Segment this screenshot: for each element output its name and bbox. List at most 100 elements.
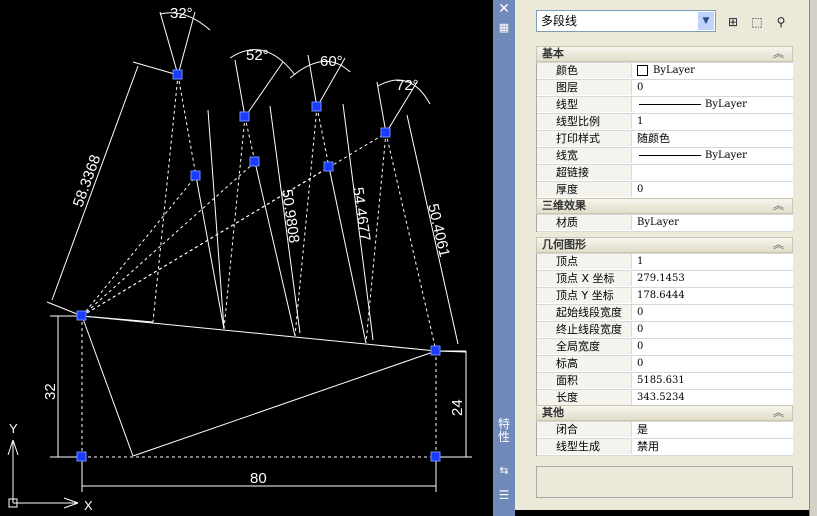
property-label: 终止线段宽度 xyxy=(537,322,632,337)
dim-length-2: 50.9808 xyxy=(278,188,302,244)
property-label: 线型 xyxy=(537,97,632,112)
section-title: 三维效果 xyxy=(542,199,586,212)
property-row[interactable]: 面积 5185.631 xyxy=(537,373,793,390)
property-row[interactable]: 材质 ByLayer xyxy=(537,215,793,232)
chevron-down-icon[interactable]: ▼ xyxy=(698,12,714,30)
dim-left: 32 xyxy=(42,383,59,400)
property-value[interactable]: 0 xyxy=(633,182,793,197)
property-value[interactable]: ByLayer xyxy=(633,63,793,78)
property-row[interactable]: 打印样式 随颜色 xyxy=(537,131,793,148)
ucs-y-label: Y xyxy=(9,421,18,436)
lineweight-sample-icon xyxy=(639,155,701,156)
property-row[interactable]: 超链接 xyxy=(537,165,793,182)
property-label: 超链接 xyxy=(537,165,632,180)
palette-title: 特性 xyxy=(497,417,510,444)
property-value[interactable]: 343.5234 xyxy=(633,390,793,405)
property-row[interactable]: 顶点 X 坐标 279.1453 xyxy=(537,271,793,288)
property-row[interactable]: 颜色 ByLayer xyxy=(537,63,793,80)
property-value[interactable]: 0 xyxy=(633,80,793,95)
property-label: 面积 xyxy=(537,373,632,388)
dim-length-3: 54.4677 xyxy=(349,186,373,242)
property-value[interactable]: 是 xyxy=(633,422,793,437)
property-row[interactable]: 线型 ByLayer xyxy=(537,97,793,114)
property-value[interactable]: 0 xyxy=(633,339,793,354)
property-row[interactable]: 顶点 Y 坐标 178.6444 xyxy=(537,288,793,305)
property-row[interactable]: 线型生成 禁用 xyxy=(537,439,793,456)
property-label: 厚度 xyxy=(537,182,632,197)
property-row[interactable]: 顶点 1 xyxy=(537,254,793,271)
section-title: 基本 xyxy=(542,47,564,60)
linetype-sample-icon xyxy=(639,104,701,105)
property-value[interactable]: ByLayer xyxy=(633,215,793,230)
property-value[interactable]: 0 xyxy=(633,356,793,371)
dim-length-4: 50.4061 xyxy=(424,202,453,259)
property-value[interactable]: 1 xyxy=(633,114,793,129)
property-row[interactable]: 全局宽度 0 xyxy=(537,339,793,356)
property-value[interactable]: 0 xyxy=(633,322,793,337)
close-icon[interactable]: ✕ xyxy=(496,1,512,17)
property-row[interactable]: 线型比例 1 xyxy=(537,114,793,131)
collapse-icon[interactable]: ︽ xyxy=(773,238,784,252)
property-value[interactable]: 279.1453 xyxy=(633,271,793,286)
angle-label-1: 32° xyxy=(170,5,193,22)
property-row[interactable]: 标高 0 xyxy=(537,356,793,373)
palette-menu-icon[interactable]: ☰ xyxy=(496,487,512,503)
property-value[interactable]: 1 xyxy=(633,254,793,269)
property-label: 顶点 xyxy=(537,254,632,269)
3d-properties-grid: 材质 ByLayer xyxy=(536,214,793,232)
object-type-select[interactable]: 多段线 ▼ xyxy=(536,10,716,32)
property-label: 线型生成 xyxy=(537,439,632,454)
auto-hide-icon[interactable]: ⇆ xyxy=(496,463,512,479)
properties-panel: 多段线 ▼ ⊞ ⬚ ⚲ 基本 ︽ 颜色 ByLayer 图层 0 线型 ByLayer… xyxy=(515,0,809,510)
property-label: 长度 xyxy=(537,390,632,405)
toggle-pickadd-icon[interactable]: ⊞ xyxy=(723,12,743,32)
properties-palette-icon[interactable]: ▦ xyxy=(496,20,512,36)
property-label: 闭合 xyxy=(537,422,632,437)
dim-length-1: 58.3368 xyxy=(70,153,105,210)
property-value[interactable]: 随颜色 xyxy=(633,131,793,146)
section-header-basic[interactable]: 基本 ︽ xyxy=(536,46,793,62)
property-value[interactable]: 禁用 xyxy=(633,439,793,454)
ucs-x-label: X xyxy=(84,498,93,513)
color-value: ByLayer xyxy=(653,65,695,76)
property-row[interactable]: 图层 0 xyxy=(537,80,793,97)
color-swatch-icon xyxy=(637,65,648,76)
property-value[interactable] xyxy=(633,165,793,180)
linetype-value: ByLayer xyxy=(705,99,747,110)
angle-label-4: 72° xyxy=(396,77,419,94)
property-value[interactable]: 178.6444 xyxy=(633,288,793,303)
dim-right: 24 xyxy=(449,399,466,416)
property-row[interactable]: 起始线段宽度 0 xyxy=(537,305,793,322)
collapse-icon[interactable]: ︽ xyxy=(773,47,784,61)
property-value[interactable]: ByLayer xyxy=(633,97,793,112)
basic-properties-grid: 颜色 ByLayer 图层 0 线型 ByLayer 线型比例 1 打印样式 随颜色 线宽… xyxy=(536,62,793,199)
property-row[interactable]: 闭合是 xyxy=(537,422,793,439)
property-row[interactable]: 终止线段宽度 0 xyxy=(537,322,793,339)
property-label: 线型比例 xyxy=(537,114,632,129)
property-label: 标高 xyxy=(537,356,632,371)
section-header-geometry[interactable]: 几何图形 ︽ xyxy=(536,237,793,253)
description-box xyxy=(536,466,793,498)
property-label: 起始线段宽度 xyxy=(537,305,632,320)
property-value[interactable]: ByLayer xyxy=(633,148,793,163)
section-header-3d[interactable]: 三维效果 ︽ xyxy=(536,198,793,214)
quick-select-icon[interactable]: ⚲ xyxy=(771,12,791,32)
property-value[interactable]: 0 xyxy=(633,305,793,320)
collapse-icon[interactable]: ︽ xyxy=(773,199,784,213)
drawing-canvas[interactable]: 32° 52° 60° 72° 58.3368 50.9808 54.4677 … xyxy=(0,0,493,516)
collapse-icon[interactable]: ︽ xyxy=(773,406,784,420)
section-header-misc[interactable]: 其他 ︽ xyxy=(536,405,793,421)
geometry-properties-grid: 顶点 1 顶点 X 坐标 279.1453 顶点 Y 坐标 178.6444 起始线段… xyxy=(536,253,793,407)
property-label: 全局宽度 xyxy=(537,339,632,354)
object-type-value: 多段线 xyxy=(541,14,578,28)
property-value[interactable]: 5185.631 xyxy=(633,373,793,388)
angle-label-3: 60° xyxy=(320,53,343,70)
property-label: 顶点 X 坐标 xyxy=(537,271,632,286)
property-row[interactable]: 线宽 ByLayer xyxy=(537,148,793,165)
misc-properties-grid: 闭合是 线型生成 禁用 xyxy=(536,421,793,456)
property-label: 打印样式 xyxy=(537,131,632,146)
select-objects-icon[interactable]: ⬚ xyxy=(747,12,767,32)
cad-drawing[interactable]: 32° 52° 60° 72° 58.3368 50.9808 54.4677 … xyxy=(0,0,493,516)
property-row[interactable]: 厚度 0 xyxy=(537,182,793,199)
dim-bottom: 80 xyxy=(250,470,267,487)
